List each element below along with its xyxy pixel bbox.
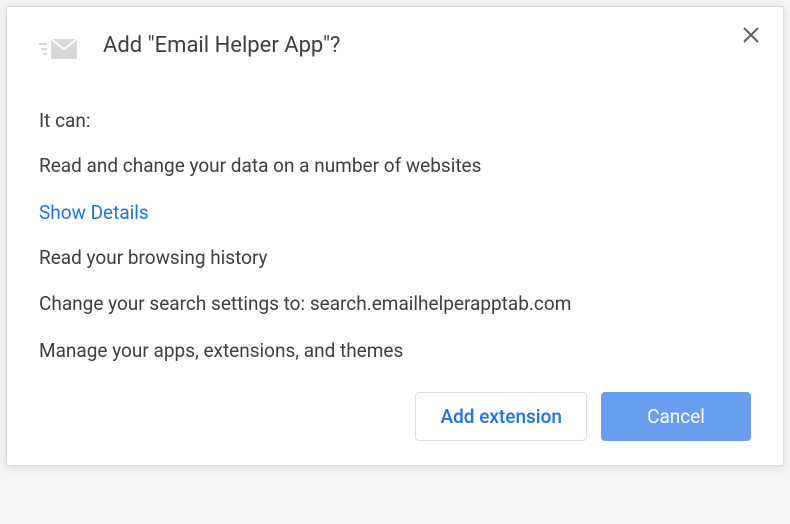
permissions-section: It can: Read and change your data on a n…: [39, 91, 751, 364]
extension-install-dialog: Add "Email Helper App"? It can: Read and…: [6, 6, 784, 466]
mail-icon: [39, 35, 79, 67]
dialog-title: Add "Email Helper App"?: [103, 31, 741, 58]
permission-item: Read your browsing history: [39, 246, 751, 271]
close-icon: [742, 26, 760, 44]
permission-item: Read and change your data on a number of…: [39, 154, 751, 179]
dialog-buttons: Add extension Cancel: [39, 392, 751, 441]
cancel-button[interactable]: Cancel: [601, 392, 751, 441]
dialog-header: Add "Email Helper App"?: [39, 31, 751, 91]
permission-item: Change your search settings to: search.e…: [39, 292, 751, 317]
permission-item: Manage your apps, extensions, and themes: [39, 339, 751, 364]
extension-icon: [39, 31, 79, 71]
show-details-link[interactable]: Show Details: [39, 201, 751, 224]
add-extension-button[interactable]: Add extension: [415, 392, 587, 441]
permissions-label: It can:: [39, 109, 751, 132]
close-button[interactable]: [741, 25, 761, 45]
